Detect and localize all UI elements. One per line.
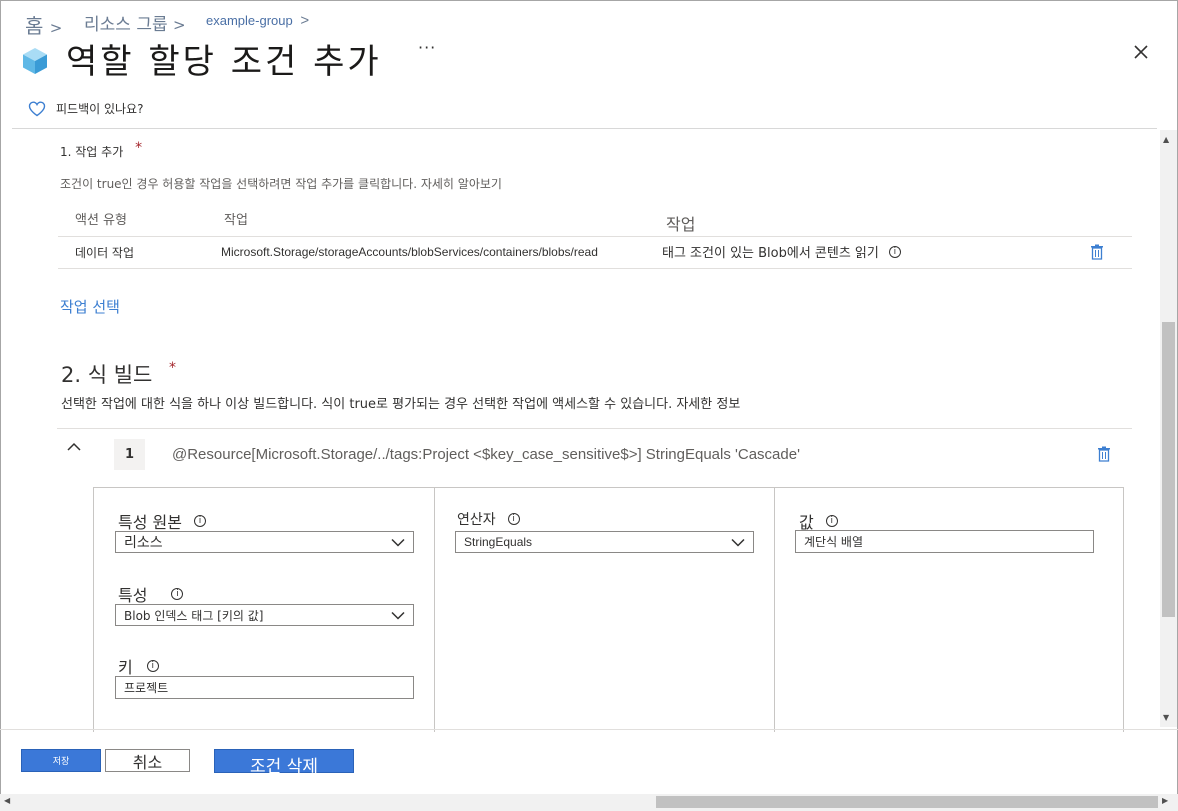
delete-expression-icon[interactable] bbox=[1097, 446, 1111, 462]
expression-divider bbox=[57, 428, 1132, 429]
breadcrumb-separator: > bbox=[49, 19, 63, 37]
attribute-source-dropdown[interactable]: 리소스 bbox=[115, 531, 414, 553]
attribute-dropdown[interactable]: Blob 인덱스 태그 [키의 값] bbox=[115, 604, 414, 626]
required-marker: * bbox=[135, 140, 143, 156]
scroll-up-icon[interactable]: ▲ bbox=[1163, 135, 1169, 144]
table-row-divider bbox=[58, 236, 1132, 237]
row-action-type: 데이터 작업 bbox=[75, 246, 135, 260]
column-header-operation: 작업 bbox=[224, 213, 248, 228]
row-operation: Microsoft.Storage/storageAccounts/blobSe… bbox=[221, 245, 598, 259]
row-description: 태그 조건이 있는 Blob에서 콘텐츠 읽기 i bbox=[662, 242, 901, 261]
chevron-down-icon bbox=[731, 538, 745, 547]
chevron-down-icon bbox=[391, 538, 405, 547]
operator-label: 연산자 i bbox=[457, 509, 520, 529]
save-button[interactable]: 저장 bbox=[21, 749, 101, 772]
cube-icon bbox=[23, 48, 47, 74]
info-icon[interactable]: i bbox=[507, 513, 520, 525]
breadcrumb-separator: > bbox=[300, 12, 310, 29]
expression-text: @Resource[Microsoft.Storage/../tags:Proj… bbox=[172, 446, 800, 463]
chevron-up-icon[interactable] bbox=[65, 440, 83, 454]
section2-description: 선택한 작업에 대한 식을 하나 이상 빌드합니다. 식이 true로 평가되는… bbox=[61, 397, 741, 412]
column-divider bbox=[774, 488, 775, 732]
breadcrumb-separator: > bbox=[173, 16, 186, 34]
vertical-scrollbar-thumb[interactable] bbox=[1162, 322, 1175, 617]
attribute-source-label: 특성 원본 i bbox=[118, 509, 206, 533]
column-divider bbox=[434, 488, 435, 732]
operator-dropdown[interactable]: StringEquals bbox=[455, 531, 754, 553]
info-icon[interactable]: i bbox=[171, 588, 184, 600]
section1-description: 조건이 true인 경우 허용할 작업을 선택하려면 작업 추가를 클릭합니다.… bbox=[60, 177, 502, 191]
breadcrumb-resource-groups[interactable]: 리소스 그룹 > bbox=[84, 10, 186, 35]
cancel-button[interactable]: 취소 bbox=[105, 749, 190, 772]
attribute-label: 특성 i bbox=[118, 582, 184, 606]
footer-divider bbox=[0, 729, 1178, 730]
info-icon[interactable]: i bbox=[146, 660, 159, 672]
section2-title: 2. 식 빌드 * bbox=[61, 360, 177, 387]
chevron-down-icon bbox=[391, 611, 405, 620]
select-operations-link[interactable]: 작업 선택 bbox=[60, 296, 120, 317]
more-options-button[interactable]: ··· bbox=[418, 38, 436, 57]
feedback-link[interactable]: 피드백이 있나요? bbox=[28, 100, 143, 117]
info-icon[interactable]: i bbox=[825, 515, 838, 527]
required-marker: * bbox=[169, 360, 177, 376]
scroll-down-icon[interactable]: ▼ bbox=[1163, 713, 1169, 722]
horizontal-scrollbar-thumb[interactable] bbox=[656, 796, 1158, 808]
scroll-left-icon[interactable]: ◀ bbox=[4, 796, 10, 805]
key-input[interactable]: 프로젝트 bbox=[115, 676, 414, 699]
page-title: 역할 할당 조건 추가 bbox=[66, 42, 382, 82]
key-label: 키 i bbox=[118, 654, 159, 678]
section1-title: 1. 작업 추가 * bbox=[60, 140, 143, 159]
column-header-action-type: 액션 유형 bbox=[75, 213, 127, 228]
breadcrumb-example-group[interactable]: example-group > bbox=[206, 12, 309, 29]
info-icon[interactable]: i bbox=[888, 245, 901, 258]
heart-icon bbox=[28, 100, 46, 116]
table-row-divider bbox=[58, 268, 1132, 269]
scroll-right-icon[interactable]: ▶ bbox=[1162, 796, 1168, 805]
feedback-label: 피드백이 있나요? bbox=[56, 102, 144, 116]
value-input[interactable]: 계단식 배열 bbox=[795, 530, 1094, 553]
delete-condition-button[interactable]: 조건 삭제 bbox=[214, 749, 354, 777]
delete-icon[interactable] bbox=[1090, 244, 1104, 260]
breadcrumb-home[interactable]: 홈 > bbox=[25, 10, 62, 39]
close-icon[interactable] bbox=[1131, 42, 1151, 62]
expression-number: 1 bbox=[114, 439, 145, 470]
header-divider bbox=[12, 128, 1157, 129]
column-header-description: 작업 bbox=[666, 215, 696, 234]
info-icon[interactable]: i bbox=[193, 515, 206, 527]
